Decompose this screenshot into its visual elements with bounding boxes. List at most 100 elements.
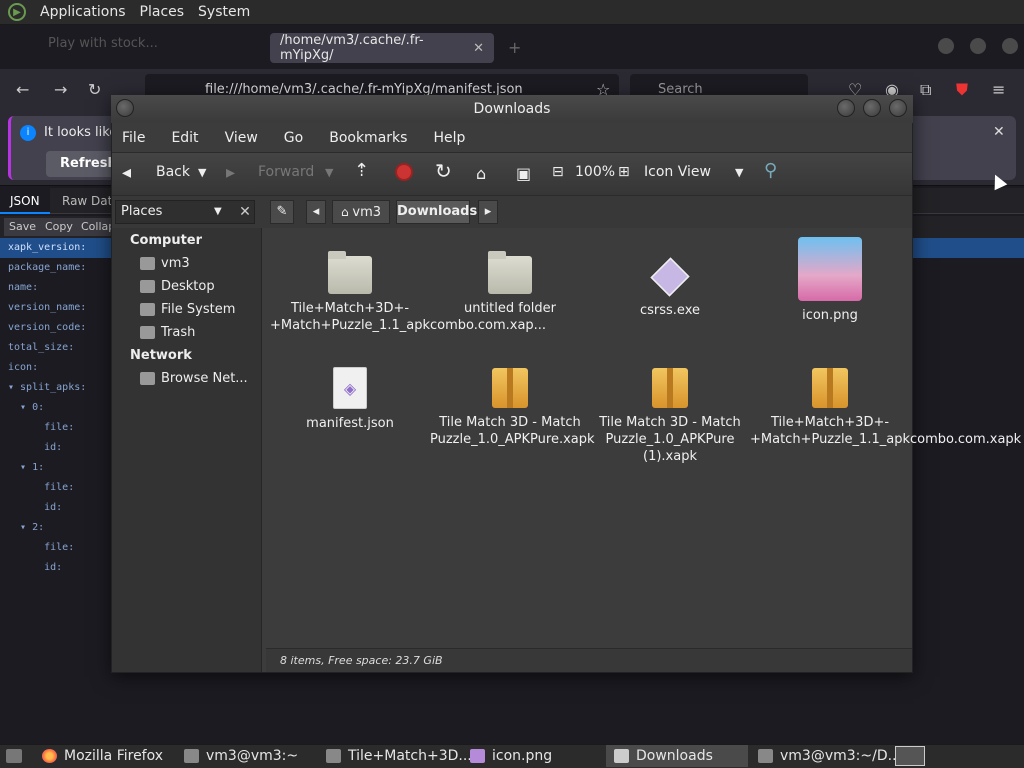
system-menu[interactable]: System	[198, 4, 250, 20]
task-terminal-2[interactable]: vm3@vm3:~/D...	[750, 745, 901, 767]
menu-icon[interactable]: ≡	[992, 80, 1005, 99]
extensions-icon[interactable]: ⧉	[920, 80, 931, 100]
task-archive[interactable]: Tile+Match+3D...	[318, 745, 472, 767]
ublock-icon[interactable]: ⛊	[956, 80, 968, 100]
home-icon[interactable]: ⌂	[476, 164, 486, 183]
view-mode-dropdown-icon[interactable]: ▼	[735, 166, 743, 179]
sidebar-header-computer: Computer	[130, 233, 203, 248]
file-item[interactable]: ◈ manifest.json	[270, 367, 430, 432]
status-bar: 8 items, Free space: 23.7 GiB	[266, 648, 912, 672]
file-item[interactable]: csrss.exe	[590, 257, 750, 319]
breadcrumb-vm3[interactable]: ⌂ vm3	[332, 200, 390, 224]
new-tab-icon[interactable]: +	[508, 38, 521, 57]
show-desktop-icon[interactable]	[6, 749, 22, 763]
zoom-in-icon[interactable]: ⊞	[618, 164, 630, 180]
trash-icon	[140, 326, 155, 339]
file-item[interactable]: Tile+Match+3D+-+Match+Puzzle_1.1_apkcomb…	[750, 368, 1022, 448]
zoom-level: 100%	[575, 164, 616, 180]
view-mode-select[interactable]: Icon View	[644, 164, 711, 180]
maximize-icon[interactable]	[863, 99, 881, 117]
minimize-icon[interactable]	[938, 38, 954, 54]
json-file-icon: ◈	[333, 367, 367, 409]
places-menu[interactable]: Places	[140, 4, 185, 20]
tab-title: /home/vm3/.cache/.fr-mYipXg/	[280, 33, 424, 63]
forward-button[interactable]: Forward	[258, 164, 314, 180]
refresh-button[interactable]: Refresh	[46, 151, 117, 177]
menu-file[interactable]: File	[122, 130, 145, 146]
crumb-right-icon[interactable]: ▸	[478, 200, 498, 224]
minimize-icon[interactable]	[837, 99, 855, 117]
terminal-icon	[184, 749, 199, 763]
workspace-switcher[interactable]	[895, 746, 925, 766]
stop-icon[interactable]	[395, 163, 413, 181]
file-name: icon.png	[802, 308, 858, 323]
image-thumbnail-icon	[798, 237, 862, 301]
file-item[interactable]: Tile Match 3D - Match Puzzle_1.0_APKPure…	[590, 368, 750, 465]
edit-location-icon[interactable]: ✎	[270, 200, 294, 224]
search-icon[interactable]: ⚲	[764, 160, 777, 181]
sidebar-header-network: Network	[130, 348, 192, 363]
menu-edit[interactable]: Edit	[171, 130, 198, 146]
forward-arrow-icon[interactable]: ▸	[226, 162, 235, 183]
back-arrow-icon[interactable]: ◂	[122, 162, 131, 183]
firefox-icon	[42, 749, 57, 763]
back-button[interactable]: Back	[156, 164, 190, 180]
copy-button[interactable]: Copy	[40, 218, 78, 236]
home-folder-icon	[140, 257, 155, 270]
task-firefox[interactable]: Mozilla Firefox	[34, 745, 172, 767]
menu-bookmarks[interactable]: Bookmarks	[329, 130, 407, 146]
file-item[interactable]: Tile Match 3D - Match Puzzle_1.0_APKPure…	[430, 368, 595, 448]
task-terminal-1[interactable]: vm3@vm3:~	[176, 745, 314, 767]
save-button[interactable]: Save	[4, 218, 42, 236]
reload-icon[interactable]: ↻	[88, 80, 101, 99]
menu-help[interactable]: Help	[433, 130, 465, 146]
file-name: manifest.json	[306, 416, 394, 431]
sidebar-item-desktop[interactable]: Desktop	[140, 279, 215, 294]
close-notification-icon[interactable]: ✕	[993, 124, 1005, 140]
firefox-tab-inactive[interactable]: Play with stock...	[48, 36, 264, 60]
home-icon: ⌂	[340, 205, 353, 219]
sidebar-item-trash[interactable]: Trash	[140, 325, 195, 340]
file-name: Tile+Match+3D+-+Match+Puzzle_1.1_apkcomb…	[270, 301, 547, 333]
sidebar-item-browse-network[interactable]: Browse Net...	[140, 371, 248, 386]
close-sidebar-icon[interactable]: ✕	[234, 201, 256, 223]
back-history-dropdown-icon[interactable]: ▼	[198, 166, 206, 179]
forward-icon[interactable]: →	[54, 80, 67, 99]
menu-view[interactable]: View	[225, 130, 258, 146]
window-menu-icon[interactable]	[116, 99, 134, 117]
close-window-icon[interactable]	[1002, 38, 1018, 54]
computer-icon[interactable]: ▣	[516, 164, 531, 183]
sidebar-item-filesystem[interactable]: File System	[140, 302, 235, 317]
file-item[interactable]: Tile+Match+3D+-+Match+Puzzle_1.1_apkcomb…	[270, 251, 547, 334]
sidebar-item-vm3[interactable]: vm3	[140, 256, 190, 271]
back-icon[interactable]: ←	[16, 80, 29, 99]
breadcrumb-downloads[interactable]: Downloads	[396, 200, 477, 224]
task-downloads[interactable]: Downloads	[606, 745, 748, 767]
chevron-down-icon: ▼	[214, 206, 222, 217]
reload-icon[interactable]: ↻	[435, 159, 452, 183]
folder-icon	[488, 251, 532, 294]
sidebar	[112, 228, 262, 672]
top-panel: ▶ Applications Places System	[0, 0, 1024, 25]
firefox-tab-active[interactable]: /home/vm3/.cache/.fr-mYipXg/ ✕	[270, 33, 494, 63]
package-icon	[492, 368, 528, 408]
file-name: Tile+Match+3D+-+Match+Puzzle_1.1_apkcomb…	[750, 415, 1022, 447]
zoom-out-icon[interactable]: ⊟	[552, 164, 564, 180]
task-image-viewer[interactable]: icon.png	[462, 745, 600, 767]
crumb-left-icon[interactable]: ◂	[306, 200, 326, 224]
forward-history-dropdown-icon[interactable]: ▼	[325, 166, 333, 179]
close-window-icon[interactable]	[889, 99, 907, 117]
package-icon	[812, 368, 848, 408]
up-icon[interactable]: ⇡	[354, 160, 369, 181]
menubar: File Edit View Go Bookmarks Help	[112, 124, 912, 152]
file-item[interactable]: icon.png	[750, 237, 910, 324]
gnome-logo-icon[interactable]: ▶	[8, 3, 26, 21]
applications-menu[interactable]: Applications	[40, 4, 126, 20]
maximize-icon[interactable]	[970, 38, 986, 54]
drive-icon	[140, 303, 155, 316]
file-item[interactable]: untitled folder	[430, 251, 590, 317]
close-tab-icon[interactable]: ✕	[473, 41, 484, 56]
menu-go[interactable]: Go	[284, 130, 303, 146]
tab-json[interactable]: JSON	[0, 188, 50, 214]
executable-icon	[650, 257, 690, 297]
